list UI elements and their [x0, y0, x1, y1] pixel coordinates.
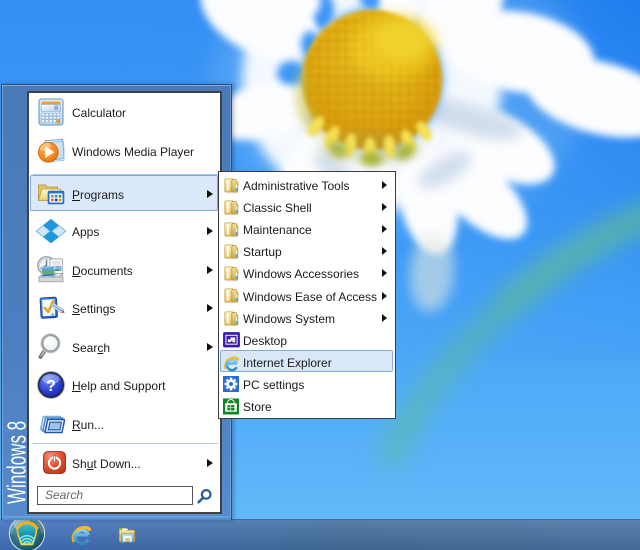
- svg-text:?: ?: [46, 378, 56, 395]
- svg-text:0: 0: [54, 105, 58, 112]
